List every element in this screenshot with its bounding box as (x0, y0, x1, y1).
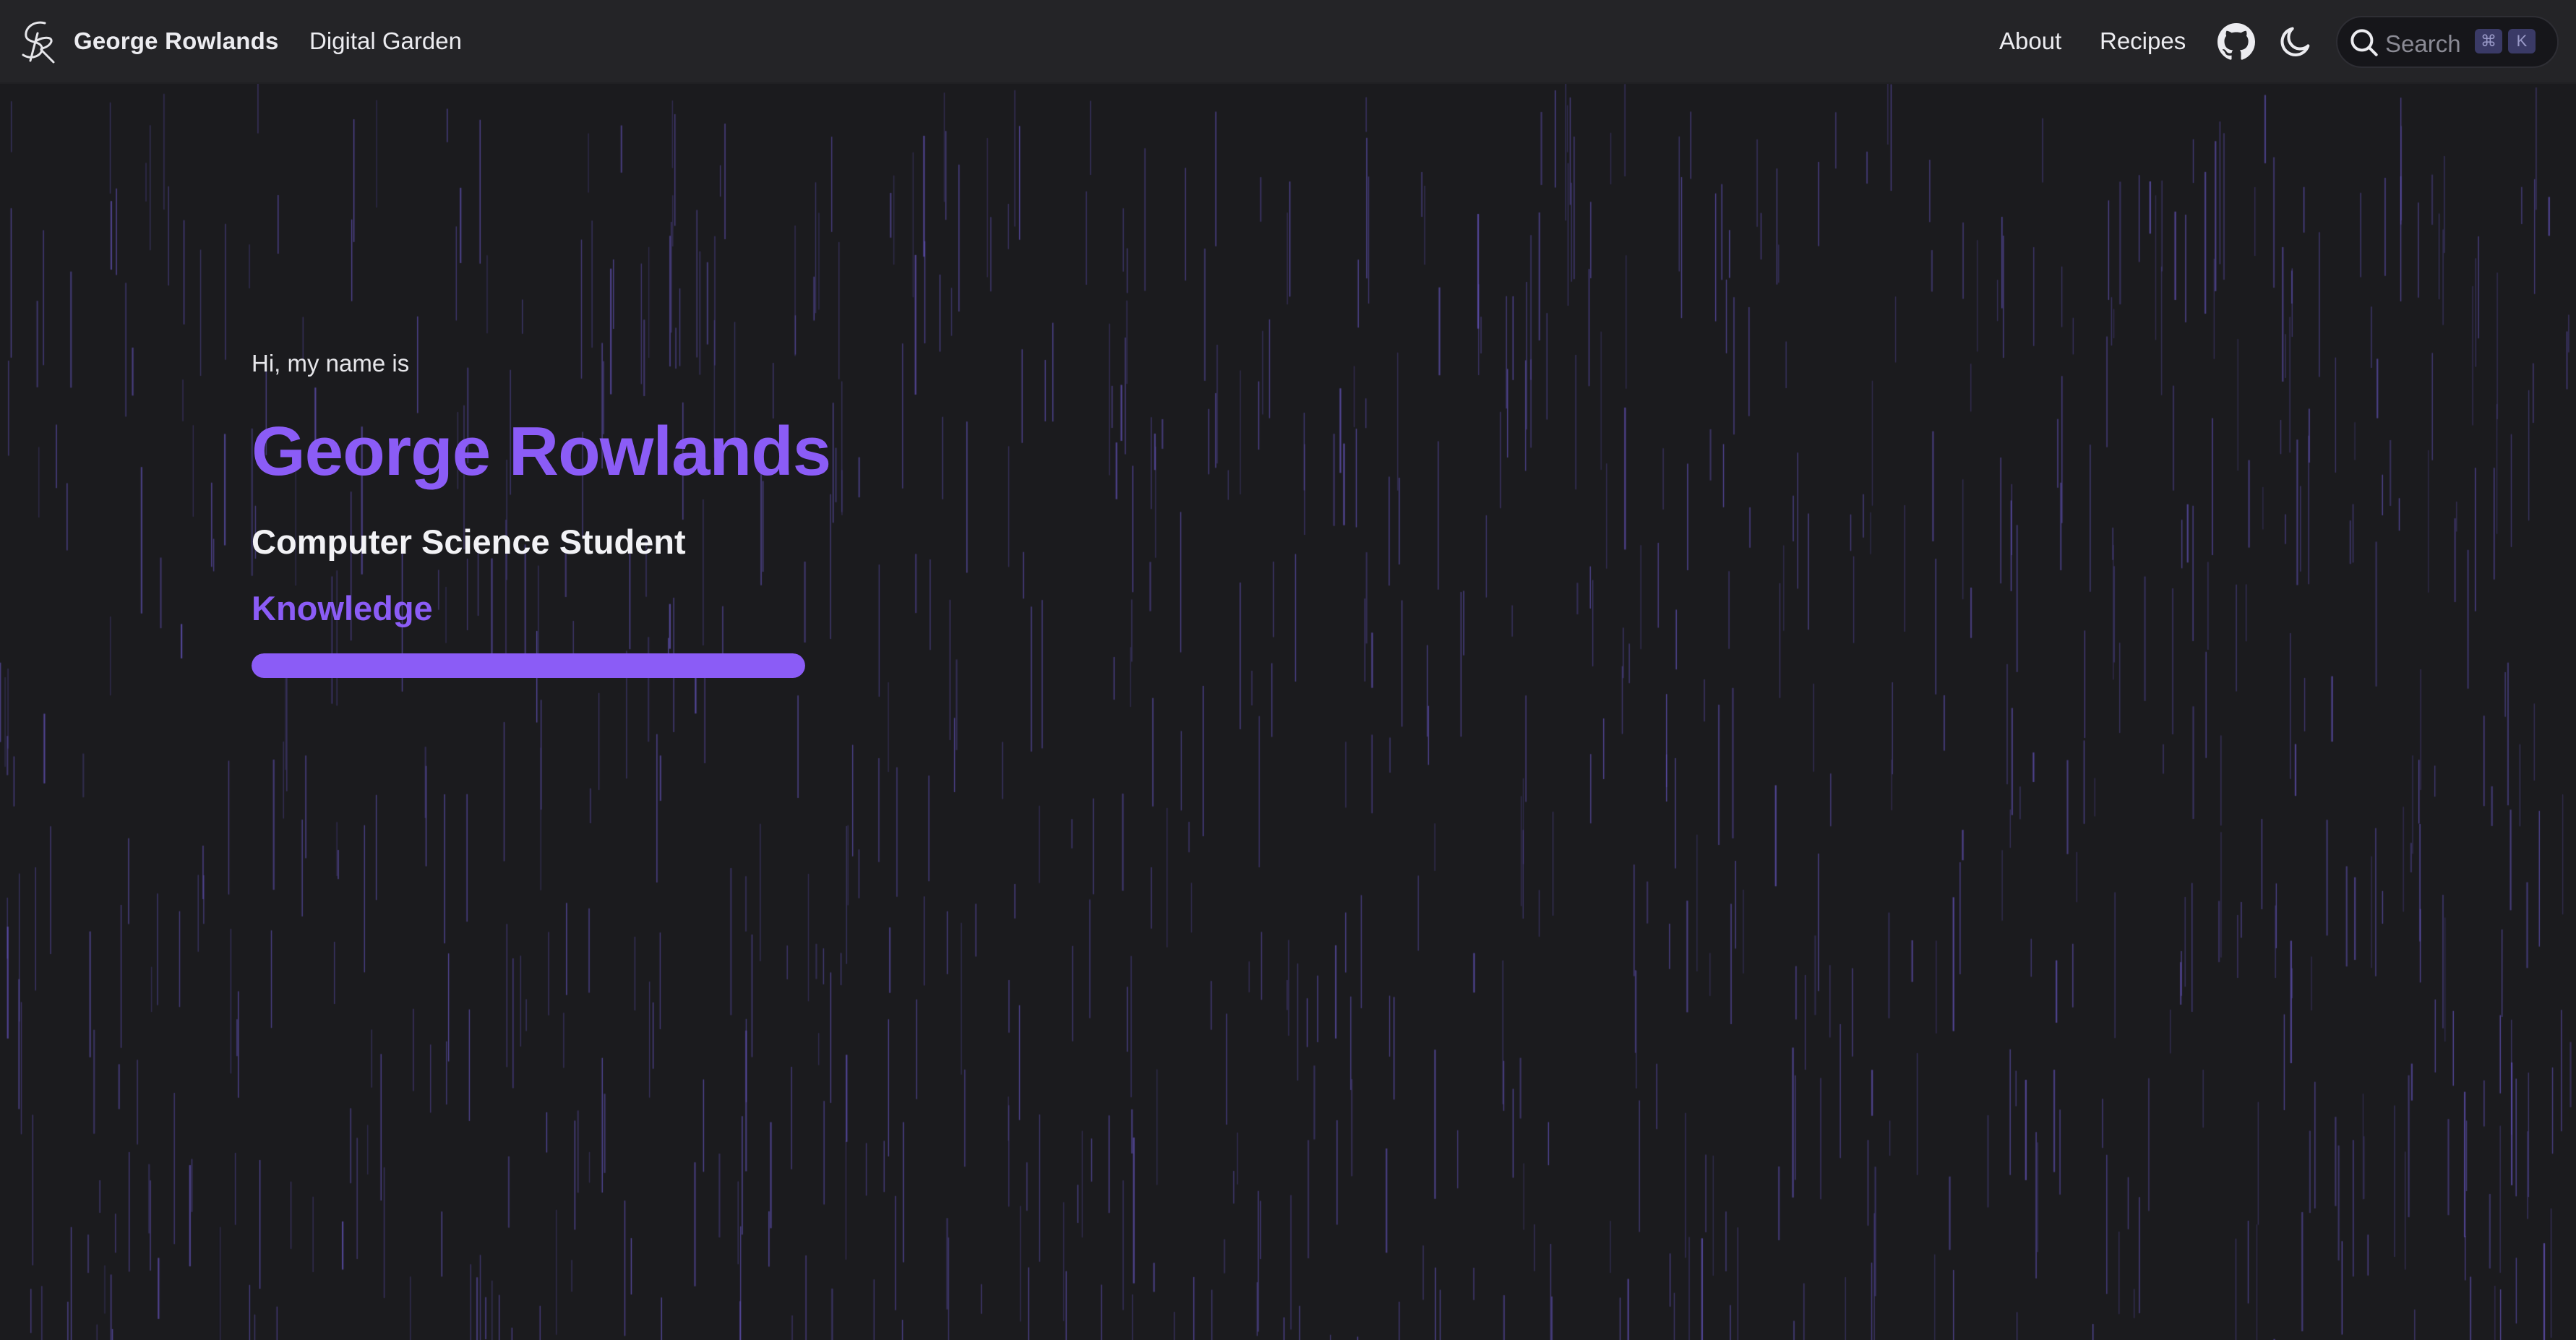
search-input[interactable]: Search ⌘ K (2336, 16, 2559, 68)
shortcut-key-cmd: ⌘ (2475, 29, 2502, 53)
search-placeholder: Search (2385, 30, 2461, 57)
nav-digital-garden-link[interactable]: Digital Garden (309, 27, 462, 55)
site-title-link[interactable]: George Rowlands (74, 27, 279, 55)
rotating-word: Knowledge (252, 589, 433, 627)
signature-logo-icon[interactable] (16, 17, 61, 65)
github-icon[interactable] (2217, 23, 2255, 61)
greeting-text: Hi, my name is (252, 350, 410, 377)
nav-recipes-link[interactable]: Recipes (2100, 27, 2186, 55)
progress-bar (252, 653, 805, 678)
subtitle-text: Computer Science Student (252, 523, 686, 561)
shortcut-key-k: K (2508, 29, 2536, 53)
moon-icon[interactable] (2277, 23, 2314, 61)
search-icon (2350, 29, 2378, 56)
navbar: George Rowlands Digital Garden About Rec… (0, 0, 2576, 84)
progress-bar-fill (252, 653, 805, 678)
nav-about-link[interactable]: About (1999, 27, 2061, 55)
name-heading: George Rowlands (252, 413, 831, 490)
